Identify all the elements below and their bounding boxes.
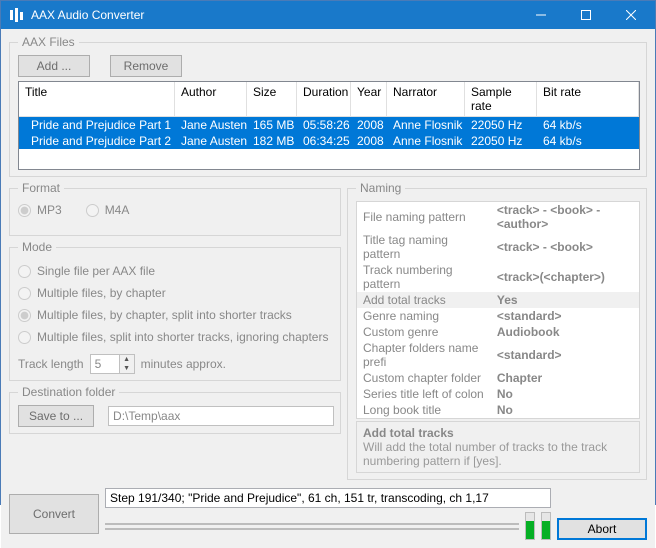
aax-files-group: AAX Files Add ... Remove Title Author Si… (9, 35, 647, 177)
mode-opt2-radio[interactable]: Multiple files, by chapter (18, 286, 334, 300)
spin-down-icon[interactable]: ▼ (120, 364, 134, 373)
table-row[interactable]: Pride and Prejudice Part 2Jane Austen182… (19, 133, 639, 149)
col-size[interactable]: Size (247, 82, 297, 117)
naming-grid[interactable]: File naming pattern<track> - <book> - <a… (356, 201, 640, 419)
naming-row[interactable]: Long book titleNo (357, 402, 639, 418)
saveto-button[interactable]: Save to ... (18, 405, 94, 427)
progress-bar-overall (105, 523, 519, 525)
naming-group: Naming File naming pattern<track> - <boo… (347, 181, 647, 480)
table-row[interactable]: Pride and Prejudice Part 1Jane Austen165… (19, 117, 639, 133)
naming-row[interactable]: Chapter folders name prefi<standard> (357, 340, 639, 370)
maximize-button[interactable] (563, 1, 608, 29)
level-meter-1 (525, 512, 535, 540)
naming-row[interactable]: Add total tracksYes (357, 292, 639, 308)
titlebar[interactable]: AAX Audio Converter (1, 1, 655, 29)
naming-row[interactable]: Title tag naming pattern<track> - <book> (357, 232, 639, 262)
minimize-button[interactable] (518, 1, 563, 29)
naming-row[interactable]: Series title left of colonNo (357, 386, 639, 402)
abort-button[interactable]: Abort (557, 518, 647, 540)
naming-row[interactable]: Genre naming<standard> (357, 308, 639, 324)
mode-group: Mode Single file per AAX file Multiple f… (9, 240, 341, 381)
convert-button[interactable]: Convert (9, 494, 99, 534)
progress-bar-step (105, 528, 519, 530)
table-header[interactable]: Title Author Size Duration Year Narrator… (19, 82, 639, 117)
naming-hint: Add total tracks Will add the total numb… (356, 421, 640, 473)
tracklen-suffix: minutes approx. (141, 357, 226, 371)
col-duration[interactable]: Duration (297, 82, 351, 117)
naming-row[interactable]: Track numbering pattern<track>(<chapter>… (357, 262, 639, 292)
window-title: AAX Audio Converter (31, 8, 518, 22)
mode-opt4-radio[interactable]: Multiple files, split into shorter track… (18, 330, 334, 344)
mode-opt3-radio[interactable]: Multiple files, by chapter, split into s… (18, 308, 334, 322)
format-m4a-radio[interactable]: M4A (86, 203, 130, 217)
naming-legend: Naming (356, 181, 405, 195)
mode-opt1-radio[interactable]: Single file per AAX file (18, 264, 334, 278)
col-sample[interactable]: Sample rate (465, 82, 537, 117)
tracklen-label: Track length (18, 357, 84, 371)
level-meter-2 (541, 512, 551, 540)
remove-button[interactable]: Remove (110, 55, 182, 77)
naming-row[interactable]: Custom chapter folderChapter (357, 370, 639, 386)
format-mp3-radio[interactable]: MP3 (18, 203, 62, 217)
app-icon (9, 7, 25, 23)
destination-group: Destination folder Save to ... (9, 385, 341, 434)
spin-up-icon[interactable]: ▲ (120, 355, 134, 364)
destination-legend: Destination folder (18, 385, 119, 399)
format-legend: Format (18, 181, 64, 195)
mode-legend: Mode (18, 240, 56, 254)
col-title[interactable]: Title (19, 82, 175, 117)
app-window: AAX Audio Converter AAX Files Add ... Re… (0, 0, 656, 505)
client-area: AAX Files Add ... Remove Title Author Si… (1, 29, 655, 548)
col-author[interactable]: Author (175, 82, 247, 117)
files-table[interactable]: Title Author Size Duration Year Narrator… (18, 81, 640, 170)
naming-row[interactable]: File naming pattern<track> - <book> - <a… (357, 202, 639, 232)
destination-path-field[interactable] (108, 406, 334, 426)
status-text: Step 191/340; "Pride and Prejudice", 61 … (105, 488, 551, 508)
tracklen-input[interactable] (91, 355, 119, 373)
add-button[interactable]: Add ... (18, 55, 90, 77)
tracklen-stepper[interactable]: ▲▼ (90, 354, 135, 374)
naming-row[interactable]: Custom genreAudiobook (357, 324, 639, 340)
col-bitrate[interactable]: Bit rate (537, 82, 639, 117)
col-narrator[interactable]: Narrator (387, 82, 465, 117)
close-button[interactable] (608, 1, 653, 29)
col-year[interactable]: Year (351, 82, 387, 117)
aax-files-legend: AAX Files (18, 35, 79, 49)
format-group: Format MP3 M4A (9, 181, 341, 236)
